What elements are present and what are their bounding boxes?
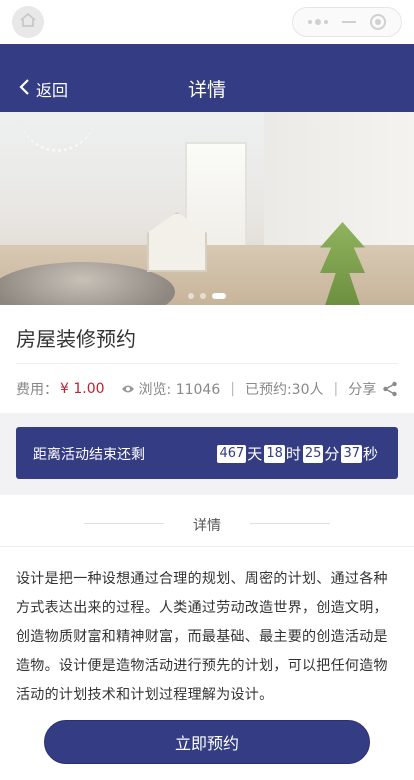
countdown-minutes-unit: 分 bbox=[324, 445, 340, 463]
carousel-indicator bbox=[0, 293, 414, 299]
banner-carousel[interactable] bbox=[0, 112, 414, 305]
countdown-hours: 18 bbox=[264, 444, 285, 463]
countdown-hours-unit: 时 bbox=[285, 445, 301, 463]
detail-text: 设计是把一种设想通过合理的规划、周密的计划、通过各种方式表达出来的过程。人类通过… bbox=[16, 571, 388, 703]
target-close-icon[interactable] bbox=[370, 14, 386, 30]
countdown-days: 467 bbox=[217, 444, 247, 463]
chevron-left-icon bbox=[18, 78, 30, 100]
countdown-minutes: 25 bbox=[302, 444, 324, 463]
countdown-banner: 距离活动结束还剩 467 天 18 时 25 分 37 秒 bbox=[16, 427, 398, 479]
fee-label: 费用： bbox=[16, 382, 58, 398]
capsule-menu bbox=[292, 7, 402, 37]
eye-icon bbox=[121, 384, 135, 394]
carousel-dot-active[interactable] bbox=[212, 293, 226, 299]
banner-image-chandelier bbox=[20, 112, 95, 152]
countdown-label: 距离活动结束还剩 bbox=[33, 447, 145, 463]
activity-name: 房屋装修预约 bbox=[16, 327, 136, 351]
divider bbox=[0, 546, 414, 547]
views-count: 浏览: 11046 bbox=[138, 382, 221, 398]
divider: | bbox=[333, 381, 339, 397]
carousel-dot[interactable] bbox=[188, 293, 194, 299]
countdown-seconds: 37 bbox=[341, 444, 362, 463]
divider bbox=[16, 363, 398, 364]
divider: | bbox=[230, 381, 235, 397]
activity-meta: 费用： ¥ 1.00 浏览: 11046 | 已预约:30人 | 分享 bbox=[16, 379, 398, 399]
more-dots-icon[interactable] bbox=[308, 19, 328, 25]
nav-bar: 返回 详情 bbox=[0, 44, 414, 112]
back-button[interactable]: 返回 bbox=[18, 77, 68, 101]
activity-info: 房屋装修预约 费用： ¥ 1.00 浏览: 11046 | 已预约:30人 | … bbox=[0, 305, 414, 413]
fee-value: ¥ 1.00 bbox=[60, 381, 105, 397]
booked-count: 已预约:30人 bbox=[244, 382, 324, 398]
countdown-seconds-unit: 秒 bbox=[362, 445, 378, 463]
carousel-dot[interactable] bbox=[200, 293, 206, 299]
detail-header: 详情 bbox=[193, 518, 221, 534]
countdown-timer: 467 天 18 时 25 分 37 秒 bbox=[217, 443, 380, 464]
share-label[interactable]: 分享 bbox=[348, 379, 376, 399]
minimize-icon[interactable] bbox=[342, 21, 356, 23]
bottom-action-bar: 立即预约 bbox=[0, 705, 414, 780]
divider bbox=[250, 523, 330, 524]
mini-program-bar: 详情 bbox=[0, 0, 414, 44]
book-now-button[interactable]: 立即预约 bbox=[44, 720, 370, 764]
back-label: 返回 bbox=[36, 81, 69, 100]
countdown-days-unit: 天 bbox=[247, 445, 263, 463]
share-icon[interactable] bbox=[382, 381, 398, 397]
